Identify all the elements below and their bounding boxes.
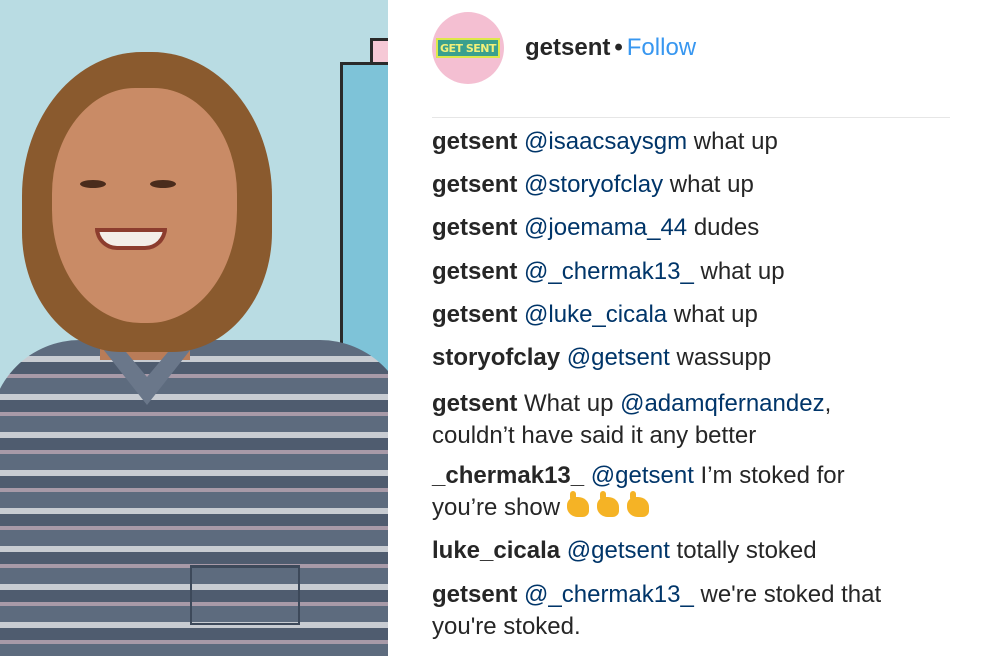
comment-item: getsent @joemama_44 dudes: [432, 212, 972, 244]
call-me-hand-icon: [596, 491, 619, 517]
comment-text-line2: you're stoked.: [432, 613, 581, 640]
comment-item: _chermak13_ @getsent I’m stoked for you’…: [432, 460, 972, 524]
comment-username-link[interactable]: storyofclay: [432, 344, 560, 371]
comment-mention-link[interactable]: @_chermak13_: [524, 581, 694, 608]
comment-item: getsent @luke_cicala what up: [432, 299, 972, 331]
comment-item: getsent @isaacsaysgm what up: [432, 126, 972, 158]
comment-item: getsent @storyofclay what up: [432, 169, 972, 201]
header-username-link[interactable]: getsent: [525, 34, 610, 61]
comment-mention-link[interactable]: @isaacsaysgm: [524, 128, 687, 155]
call-me-hand-icon: [626, 491, 649, 517]
comment-username-link[interactable]: getsent: [432, 390, 517, 417]
comment-item: getsent @_chermak13_ what up: [432, 256, 972, 288]
comment-text: we're stoked that: [693, 581, 882, 608]
comments-panel: GET SENT getsent • Follow getsent @isaacsa…: [388, 0, 984, 656]
avatar[interactable]: GET SENT: [432, 12, 504, 84]
comment-username-link[interactable]: getsent: [432, 581, 517, 608]
comment-username-link[interactable]: getsent: [432, 128, 517, 155]
comment-mention-link[interactable]: @storyofclay: [524, 171, 663, 198]
shirt-pocket: [190, 565, 300, 625]
comment-mention-link[interactable]: @luke_cicala: [524, 301, 667, 328]
logo-text: GET SENT: [439, 41, 497, 55]
comment-username-link[interactable]: _chermak13_: [432, 462, 584, 489]
comment-item: getsent What up @adamqfernandez, couldn’…: [432, 388, 972, 452]
follow-button[interactable]: Follow: [627, 34, 696, 61]
comment-username-link[interactable]: getsent: [432, 171, 517, 198]
comment-mention-link[interactable]: @getsent: [567, 537, 670, 564]
comment-username-link[interactable]: luke_cicala: [432, 537, 560, 564]
comment-text-line2: you’re show: [432, 494, 561, 521]
comment-text: What up: [524, 390, 621, 417]
comment-text: dudes: [687, 214, 760, 241]
comment-mention-link[interactable]: @joemama_44: [524, 214, 687, 241]
comment-text: ,: [824, 390, 832, 417]
comment-username-link[interactable]: getsent: [432, 214, 517, 241]
comment-text: what up: [693, 258, 785, 285]
comment-mention-link[interactable]: @adamqfernandez: [620, 390, 825, 417]
comment-text: totally stoked: [669, 537, 817, 564]
comment-text: what up: [687, 128, 778, 155]
comment-mention-link[interactable]: @_chermak13_: [524, 258, 694, 285]
comment-item: storyofclay @getsent wassupp: [432, 342, 972, 374]
comment-mention-link[interactable]: @getsent: [567, 344, 670, 371]
comment-text: wassupp: [669, 344, 772, 371]
separator-dot: •: [614, 34, 623, 61]
getsent-logo-icon: GET SENT: [436, 38, 500, 58]
comment-username-link[interactable]: getsent: [432, 258, 517, 285]
comment-mention-link[interactable]: @getsent: [591, 462, 694, 489]
person-eye-right: [150, 180, 176, 188]
person-face: [52, 88, 237, 323]
comment-text: what up: [663, 171, 754, 198]
post-media[interactable]: [0, 0, 388, 656]
header-line: getsent • Follow: [525, 34, 696, 62]
comment-item: luke_cicala @getsent totally stoked: [432, 535, 972, 567]
person-smile: [95, 228, 167, 250]
person-eye-left: [80, 180, 106, 188]
comment-text-line2: couldn’t have said it any better: [432, 422, 757, 449]
comment-text: I’m stoked for: [693, 462, 845, 489]
comment-item: getsent @_chermak13_ we're stoked that y…: [432, 579, 972, 643]
call-me-hand-icon: [566, 491, 589, 517]
comment-username-link[interactable]: getsent: [432, 301, 517, 328]
comment-text: what up: [667, 301, 758, 328]
post-header: GET SENT getsent • Follow: [432, 12, 950, 118]
